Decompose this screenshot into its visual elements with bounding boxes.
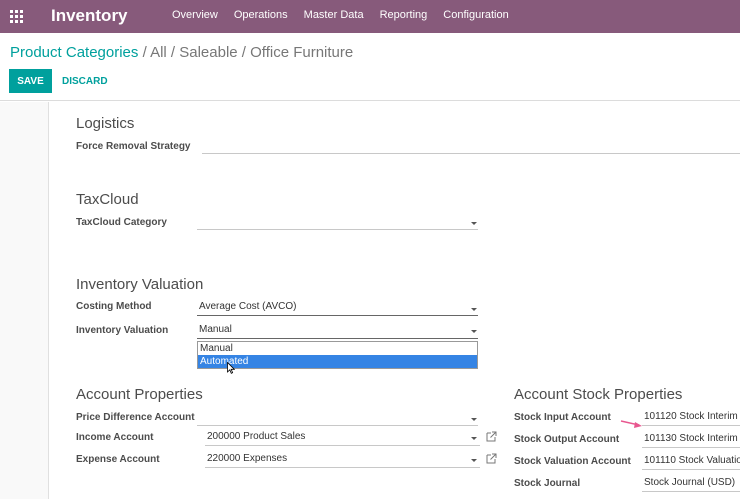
- taxcloud-category-label: TaxCloud Category: [76, 217, 167, 228]
- expense-account-field[interactable]: 220000 Expenses: [205, 452, 480, 468]
- inventory-valuation-heading: Inventory Valuation: [76, 276, 204, 293]
- apps-grid-icon[interactable]: [10, 10, 24, 23]
- app-name[interactable]: Inventory: [51, 6, 128, 26]
- stock-valuation-label: Stock Valuation Account: [514, 456, 631, 467]
- breadcrumb-current: / All / Saleable / Office Furniture: [138, 44, 354, 61]
- expense-account-label: Expense Account: [76, 454, 160, 465]
- costing-method-label: Costing Method: [76, 301, 152, 312]
- stock-output-field[interactable]: 101130 Stock Interim: [642, 432, 740, 448]
- annotation-arrow-icon: [620, 420, 642, 428]
- inventory-valuation-select[interactable]: Manual: [197, 323, 478, 339]
- left-margin: [0, 102, 49, 499]
- discard-button[interactable]: DISCARD: [58, 69, 112, 93]
- breadcrumb: Product Categories / All / Saleable / Of…: [10, 44, 353, 61]
- control-panel: Product Categories / All / Saleable / Of…: [0, 33, 740, 101]
- chevron-down-icon[interactable]: [471, 418, 477, 421]
- stock-output-label: Stock Output Account: [514, 434, 620, 445]
- income-account-field[interactable]: 200000 Product Sales: [205, 430, 480, 446]
- taxcloud-category-field[interactable]: [197, 214, 478, 230]
- stock-journal-label: Stock Journal: [514, 478, 581, 489]
- taxcloud-heading: TaxCloud: [76, 191, 139, 208]
- inventory-valuation-dropdown: Manual Automated: [197, 341, 478, 369]
- stock-input-field[interactable]: 101120 Stock Interim: [642, 410, 740, 426]
- stock-valuation-field[interactable]: 101110 Stock Valuation: [642, 454, 740, 470]
- account-properties-heading: Account Properties: [76, 386, 203, 403]
- menu-configuration[interactable]: Configuration: [443, 9, 508, 21]
- menu-master-data[interactable]: Master Data: [304, 9, 364, 21]
- force-removal-field[interactable]: [202, 138, 740, 154]
- chevron-down-icon[interactable]: [471, 222, 477, 225]
- external-link-icon[interactable]: [486, 453, 497, 464]
- top-navbar: Inventory Overview Operations Master Dat…: [0, 0, 740, 33]
- chevron-down-icon[interactable]: [471, 437, 477, 440]
- mouse-cursor-icon: [227, 362, 235, 374]
- external-link-icon[interactable]: [486, 431, 497, 442]
- menu-operations[interactable]: Operations: [234, 9, 288, 21]
- price-difference-label: Price Difference Account: [76, 412, 195, 423]
- income-account-label: Income Account: [76, 432, 154, 443]
- force-removal-label: Force Removal Strategy: [76, 141, 191, 152]
- breadcrumb-product-categories[interactable]: Product Categories: [10, 44, 138, 61]
- costing-method-select[interactable]: Average Cost (AVCO): [197, 300, 478, 316]
- main-menu: Overview Operations Master Data Reportin…: [172, 9, 525, 21]
- stock-journal-field[interactable]: Stock Journal (USD): [642, 476, 740, 492]
- option-automated[interactable]: Automated: [198, 355, 477, 368]
- menu-reporting[interactable]: Reporting: [380, 9, 428, 21]
- logistics-heading: Logistics: [76, 115, 135, 132]
- stock-input-label: Stock Input Account: [514, 412, 611, 423]
- chevron-down-icon[interactable]: [471, 330, 477, 333]
- chevron-down-icon[interactable]: [471, 308, 477, 311]
- chevron-down-icon[interactable]: [471, 459, 477, 462]
- stock-properties-heading: Account Stock Properties: [514, 386, 683, 403]
- option-manual[interactable]: Manual: [198, 342, 477, 355]
- save-button[interactable]: SAVE: [9, 69, 52, 93]
- price-difference-field[interactable]: [197, 410, 478, 426]
- menu-overview[interactable]: Overview: [172, 9, 218, 21]
- inventory-valuation-label: Inventory Valuation: [76, 325, 169, 336]
